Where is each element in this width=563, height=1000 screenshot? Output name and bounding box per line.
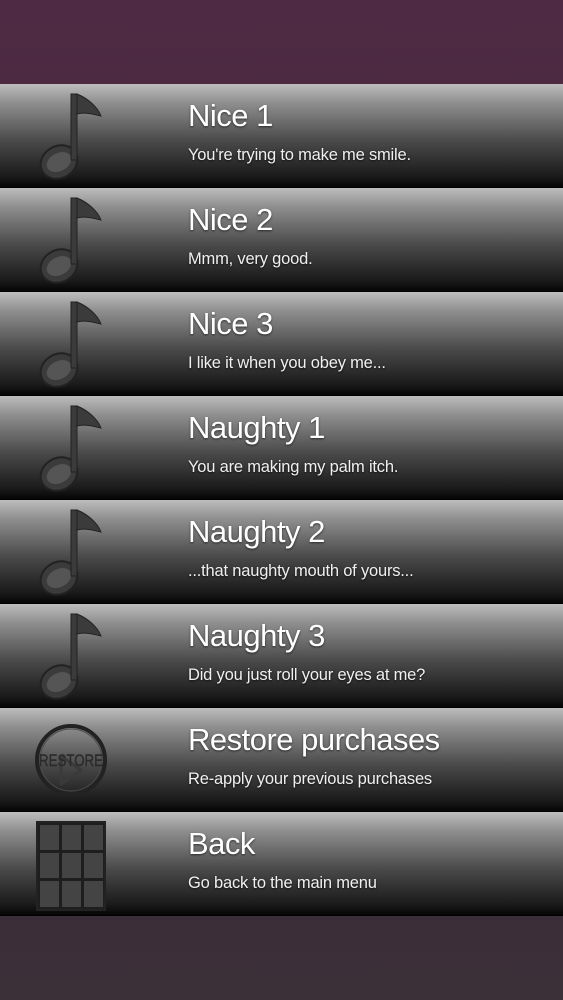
menu-item-naughty-3[interactable]: Naughty 3 Did you just roll your eyes at… bbox=[0, 604, 563, 708]
menu-item-title: Naughty 1 bbox=[188, 410, 325, 445]
menu-item-title: Nice 3 bbox=[188, 306, 273, 341]
grid-menu-icon bbox=[28, 816, 114, 912]
menu-item-naughty-2[interactable]: Naughty 2 ...that naughty mouth of yours… bbox=[0, 500, 563, 604]
menu-item-subtitle: Did you just roll your eyes at me? bbox=[188, 666, 426, 684]
music-note-icon bbox=[28, 296, 114, 392]
music-note-icon bbox=[28, 400, 114, 496]
menu-item-subtitle: Mmm, very good. bbox=[188, 250, 313, 268]
menu-item-subtitle: Go back to the main menu bbox=[188, 874, 377, 892]
back-button[interactable]: Back Go back to the main menu bbox=[0, 812, 563, 916]
menu-item-title: Back bbox=[188, 826, 255, 861]
restore-icon-label: RESTORE bbox=[39, 751, 103, 770]
menu-item-subtitle: You are making my palm itch. bbox=[188, 458, 399, 476]
menu-item-title: Nice 1 bbox=[188, 98, 273, 133]
music-note-icon bbox=[28, 88, 114, 184]
sound-menu: Nice 1 You're trying to make me smile. N… bbox=[0, 84, 563, 916]
menu-item-nice-2[interactable]: Nice 2 Mmm, very good. bbox=[0, 188, 563, 292]
music-note-icon bbox=[28, 504, 114, 600]
menu-item-subtitle: I like it when you obey me... bbox=[188, 354, 386, 372]
menu-item-subtitle: ...that naughty mouth of yours... bbox=[188, 562, 414, 580]
music-note-icon bbox=[28, 608, 114, 704]
menu-item-nice-3[interactable]: Nice 3 I like it when you obey me... bbox=[0, 292, 563, 396]
menu-item-subtitle: You're trying to make me smile. bbox=[188, 146, 411, 164]
menu-item-title: Nice 2 bbox=[188, 202, 273, 237]
restore-icon: RESTORE bbox=[28, 712, 114, 808]
menu-item-title: Naughty 2 bbox=[188, 514, 325, 549]
menu-item-title: Naughty 3 bbox=[188, 618, 325, 653]
music-note-icon bbox=[28, 192, 114, 288]
menu-item-title: Restore purchases bbox=[188, 722, 440, 757]
menu-item-nice-1[interactable]: Nice 1 You're trying to make me smile. bbox=[0, 84, 563, 188]
menu-item-naughty-1[interactable]: Naughty 1 You are making my palm itch. bbox=[0, 396, 563, 500]
menu-item-subtitle: Re-apply your previous purchases bbox=[188, 770, 432, 788]
restore-purchases-button[interactable]: RESTORE Restore purchases Re-apply your … bbox=[0, 708, 563, 812]
